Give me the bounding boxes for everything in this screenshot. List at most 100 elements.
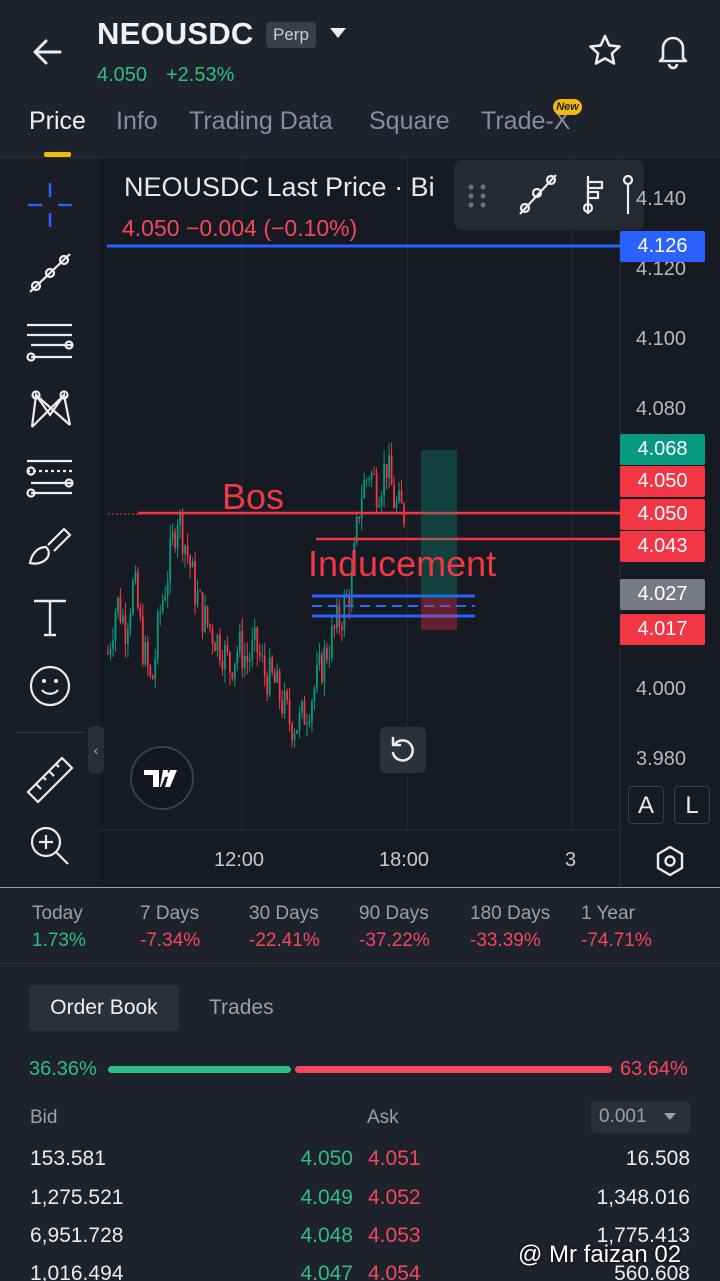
candle-body — [340, 626, 343, 630]
candle-body — [151, 675, 154, 680]
candle-body — [293, 733, 296, 741]
candle-body — [149, 665, 152, 676]
candle-body — [363, 480, 366, 499]
candle-body — [258, 652, 261, 656]
zoom-in-tool-icon[interactable] — [22, 818, 78, 874]
candle-body — [117, 597, 119, 612]
candle-body — [308, 721, 311, 724]
candle-body — [343, 596, 346, 630]
chevron-down-icon[interactable] — [330, 28, 346, 38]
candle-body — [216, 634, 219, 652]
collapse-toolbar-button[interactable]: ‹ — [88, 726, 104, 774]
bid-price: 4.049 — [300, 1186, 353, 1209]
candle-body — [156, 613, 159, 659]
candle-body — [301, 701, 303, 713]
candle-body — [231, 672, 234, 679]
orderbook-row[interactable]: 153.581 4.050 4.051 16.508 — [0, 1139, 720, 1177]
candle-body — [378, 505, 381, 507]
bos-annotation[interactable]: Bos — [222, 476, 284, 518]
tab-trading-data[interactable]: Trading Data — [189, 107, 333, 136]
symbol-title[interactable]: NEOUSDC — [97, 16, 253, 52]
candle-body — [109, 648, 112, 654]
ruler-tool-icon[interactable] — [22, 752, 78, 808]
ask-price: 4.053 — [368, 1224, 421, 1247]
candle-body — [181, 513, 184, 554]
price-chart[interactable] — [0, 158, 720, 888]
perf-value: -74.71% — [581, 930, 652, 951]
y-axis-tick: 4.000 — [636, 678, 687, 700]
candle-body — [263, 655, 266, 677]
tab-price[interactable]: Price — [29, 107, 86, 136]
y-axis-tick: 3.980 — [636, 748, 687, 770]
price-change: +2.53% — [166, 64, 235, 86]
candle-body — [330, 625, 333, 659]
watermark: @ Mr faizan 02 — [518, 1241, 682, 1268]
bid-quantity: 1,275.521 — [30, 1186, 124, 1209]
text-tool-icon[interactable] — [22, 589, 78, 645]
ask-price: 4.054 — [368, 1262, 421, 1281]
tab-square[interactable]: Square — [369, 107, 450, 136]
horizontal-lines-tool-icon[interactable] — [22, 313, 78, 369]
candle-body — [114, 611, 117, 641]
emoji-tool-icon[interactable] — [22, 658, 78, 714]
candle-body — [238, 630, 241, 652]
inducement-annotation[interactable]: Inducement — [308, 543, 496, 585]
candle-body — [194, 561, 196, 605]
crosshair-tool-icon[interactable] — [22, 177, 78, 233]
bid-ratio-bar — [108, 1066, 291, 1073]
auto-scale-button[interactable]: A — [628, 786, 664, 824]
candle-body — [375, 474, 378, 507]
candle-body — [400, 490, 403, 504]
candle-body — [298, 712, 301, 731]
chevron-down-icon — [664, 1113, 676, 1120]
candle-body — [256, 627, 259, 653]
candle-body — [119, 597, 122, 623]
tab-info[interactable]: Info — [116, 107, 158, 136]
candle-body — [169, 538, 172, 582]
log-scale-button[interactable]: L — [674, 786, 710, 824]
favorite-star-icon[interactable] — [586, 32, 624, 70]
chart-title: NEOUSDC Last Price · Bi — [124, 172, 435, 202]
tab-order-book[interactable]: Order Book — [29, 985, 179, 1031]
candle-body — [283, 690, 286, 714]
alert-bell-icon[interactable] — [654, 30, 692, 70]
candle-body — [144, 641, 147, 664]
candle-body — [236, 651, 239, 664]
candle-body — [398, 490, 400, 502]
price-tag-stop: 4.017 — [620, 614, 705, 645]
brush-tool-icon[interactable] — [22, 517, 78, 573]
back-arrow-icon[interactable] — [28, 32, 68, 72]
candle-body — [365, 479, 368, 481]
chart-settings-icon[interactable] — [652, 843, 688, 879]
reset-chart-button[interactable] — [380, 727, 426, 773]
candle-body — [176, 524, 179, 548]
pattern-tool-icon[interactable] — [22, 381, 78, 437]
candle-body — [189, 555, 191, 568]
candle-body — [388, 455, 390, 478]
price-tag-high: 4.068 — [620, 434, 705, 465]
forecast-tool-icon[interactable] — [22, 449, 78, 505]
candle-body — [271, 657, 274, 673]
ask-quantity: 1,348.016 — [596, 1186, 690, 1209]
candle-body — [358, 516, 361, 519]
candle-body — [281, 700, 284, 714]
candle-body — [286, 690, 288, 701]
candle-body — [306, 723, 308, 725]
perf-value: -37.22% — [359, 930, 430, 951]
perf-label: 7 Days — [140, 903, 200, 924]
candle-body — [276, 670, 279, 683]
orderbook-row[interactable]: 1,275.521 4.049 4.052 1,348.016 — [0, 1178, 720, 1216]
price-tag-last: 4.050 — [620, 466, 705, 497]
candle-body — [313, 688, 316, 702]
candle-body — [241, 630, 244, 668]
tradingview-logo-icon[interactable] — [130, 746, 194, 810]
perf-label: Today — [32, 903, 83, 924]
candle-body — [134, 571, 137, 582]
bid-column-header: Bid — [30, 1107, 58, 1128]
ask-column-header: Ask — [367, 1107, 399, 1128]
precision-select[interactable]: 0.001 — [591, 1101, 690, 1133]
chart-ohlc-legend: 4.050 −0.004 (−0.10%) — [122, 215, 358, 241]
ask-ratio-bar — [295, 1066, 612, 1073]
tab-trades[interactable]: Trades — [209, 996, 274, 1020]
trend-line-tool-icon[interactable] — [22, 245, 78, 301]
